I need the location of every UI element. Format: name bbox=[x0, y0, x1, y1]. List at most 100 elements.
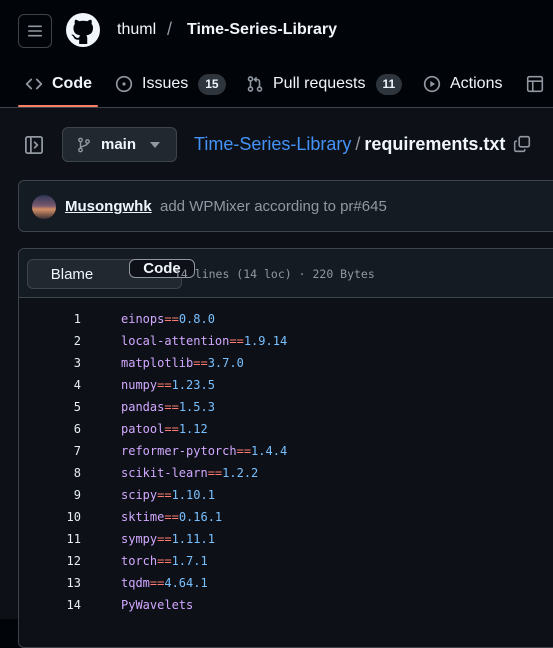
line-code: pandas==1.5.3 bbox=[121, 396, 215, 418]
package-name: patool bbox=[121, 422, 165, 436]
version-operator: == bbox=[164, 510, 179, 524]
github-logo-icon[interactable] bbox=[66, 13, 100, 47]
code-line: 10 sktime==0.16.1 bbox=[19, 506, 553, 528]
tab-projects[interactable] bbox=[526, 60, 553, 108]
version-operator: == bbox=[149, 576, 165, 590]
code-line: 9 scipy==1.10.1 bbox=[19, 484, 553, 506]
version-number: 0.8.0 bbox=[178, 312, 215, 326]
package-name: sympy bbox=[121, 532, 158, 546]
breadcrumb-separator: / bbox=[355, 134, 361, 154]
line-number[interactable]: 10 bbox=[19, 506, 81, 528]
version-number: 1.11.1 bbox=[171, 532, 215, 546]
author-avatar[interactable] bbox=[32, 195, 56, 219]
version-number: 1.10.1 bbox=[171, 488, 215, 502]
version-number: 1.2.2 bbox=[222, 466, 259, 480]
code-line: 4 numpy==1.23.5 bbox=[19, 374, 553, 396]
version-number: 1.23.5 bbox=[171, 378, 215, 392]
line-code: local-attention==1.9.14 bbox=[121, 330, 287, 352]
code-line: 6 patool==1.12 bbox=[19, 418, 553, 440]
hamburger-menu-button[interactable] bbox=[18, 14, 52, 48]
package-name: matplotlib bbox=[121, 356, 194, 370]
breadcrumb-repo-link[interactable]: Time-Series-Library bbox=[194, 134, 351, 154]
version-operator: == bbox=[193, 356, 208, 370]
tab-code[interactable]: Code bbox=[25, 60, 92, 108]
code-line: 11 sympy==1.11.1 bbox=[19, 528, 553, 550]
latest-commit-box: Musongwhk add WPMixer according to pr#64… bbox=[18, 180, 553, 232]
line-code: patool==1.12 bbox=[121, 418, 208, 440]
version-number: 4.64.1 bbox=[164, 576, 208, 590]
caret-down-icon bbox=[150, 142, 160, 148]
code-line: 1 einops==0.8.0 bbox=[19, 308, 553, 330]
line-number[interactable]: 12 bbox=[19, 550, 81, 572]
line-code: scipy==1.10.1 bbox=[121, 484, 215, 506]
commit-author-link[interactable]: Musongwhk bbox=[65, 198, 152, 215]
version-number: 0.16.1 bbox=[178, 510, 223, 524]
tab-code-label: Code bbox=[52, 75, 92, 92]
tab-issues-label: Issues bbox=[142, 75, 189, 92]
package-name: sktime bbox=[121, 510, 165, 524]
code-line: 3 matplotlib==3.7.0 bbox=[19, 352, 553, 374]
line-number[interactable]: 2 bbox=[19, 330, 81, 352]
file-breadcrumb: Time-Series-Library / requirements.txt bbox=[194, 134, 505, 155]
line-number[interactable]: 4 bbox=[19, 374, 81, 396]
code-line: 2 local-attention==1.9.14 bbox=[19, 330, 553, 352]
file-info: 14 lines (14 loc) · 220 Bytes bbox=[174, 267, 375, 281]
package-name: scipy bbox=[121, 488, 158, 502]
version-number: 1.7.1 bbox=[171, 554, 208, 568]
code-listing: 1 einops==0.8.0 2 local-attention==1.9.14 3 m… bbox=[19, 308, 553, 616]
version-operator: == bbox=[157, 488, 172, 502]
version-number: 1.9.14 bbox=[243, 334, 288, 348]
tab-actions-label: Actions bbox=[450, 75, 503, 92]
package-name: einops bbox=[121, 312, 165, 326]
top-bar: thuml / Time-Series-Library bbox=[0, 0, 553, 60]
line-code: scikit-learn==1.2.2 bbox=[121, 462, 258, 484]
package-name: local-attention bbox=[121, 334, 230, 348]
tab-issues[interactable]: Issues 15 bbox=[115, 60, 226, 108]
line-number[interactable]: 8 bbox=[19, 462, 81, 484]
play-icon bbox=[423, 75, 441, 93]
copy-path-icon[interactable] bbox=[513, 135, 531, 153]
branch-selector-button[interactable]: main bbox=[62, 127, 177, 162]
commit-message[interactable]: add WPMixer according to pr#645 bbox=[160, 198, 387, 215]
line-number[interactable]: 1 bbox=[19, 308, 81, 330]
repo-name-link[interactable]: Time-Series-Library bbox=[187, 21, 337, 39]
repo-nav-tabs: Code Issues 15 Pull requests 11 Actions bbox=[0, 60, 553, 108]
version-number: 1.4.4 bbox=[251, 444, 288, 458]
tab-actions[interactable]: Actions bbox=[423, 60, 502, 108]
version-operator: == bbox=[236, 444, 252, 458]
line-number[interactable]: 7 bbox=[19, 440, 81, 462]
issue-opened-icon bbox=[115, 75, 133, 93]
version-operator: == bbox=[157, 378, 172, 392]
blame-view-button[interactable]: Blame bbox=[28, 260, 116, 288]
line-code: reformer-pytorch==1.4.4 bbox=[121, 440, 287, 462]
line-number[interactable]: 11 bbox=[19, 528, 81, 550]
code-line: 7 reformer-pytorch==1.4.4 bbox=[19, 440, 553, 462]
line-code: tqdm==4.64.1 bbox=[121, 572, 208, 594]
view-mode-toggle: Code Blame bbox=[27, 259, 195, 289]
line-number[interactable]: 9 bbox=[19, 484, 81, 506]
git-branch-icon bbox=[78, 137, 90, 152]
issues-count-badge: 15 bbox=[198, 73, 226, 95]
package-name: tqdm bbox=[121, 576, 150, 590]
line-number[interactable]: 6 bbox=[19, 418, 81, 440]
pull-requests-count-badge: 11 bbox=[375, 73, 403, 95]
table-icon bbox=[526, 75, 544, 93]
file-viewer: Code Blame 14 lines (14 loc) · 220 Bytes… bbox=[18, 248, 553, 648]
line-number[interactable]: 3 bbox=[19, 352, 81, 374]
code-line: 5 pandas==1.5.3 bbox=[19, 396, 553, 418]
version-operator: == bbox=[157, 532, 172, 546]
line-number[interactable]: 13 bbox=[19, 572, 81, 594]
breadcrumb-file-name: requirements.txt bbox=[364, 134, 506, 154]
tab-pull-requests-label: Pull requests bbox=[273, 75, 366, 92]
tab-pull-requests[interactable]: Pull requests 11 bbox=[246, 60, 403, 108]
hamburger-icon bbox=[28, 25, 42, 37]
code-line: 8 scikit-learn==1.2.2 bbox=[19, 462, 553, 484]
line-number[interactable]: 5 bbox=[19, 396, 81, 418]
sidebar-expand-icon[interactable] bbox=[24, 135, 44, 155]
package-name: scikit-learn bbox=[121, 466, 208, 480]
package-name: torch bbox=[121, 554, 158, 568]
git-pull-request-icon bbox=[247, 76, 263, 92]
repo-owner-link[interactable]: thuml bbox=[117, 21, 156, 39]
package-name: PyWavelets bbox=[121, 598, 194, 612]
line-number[interactable]: 14 bbox=[19, 594, 81, 616]
